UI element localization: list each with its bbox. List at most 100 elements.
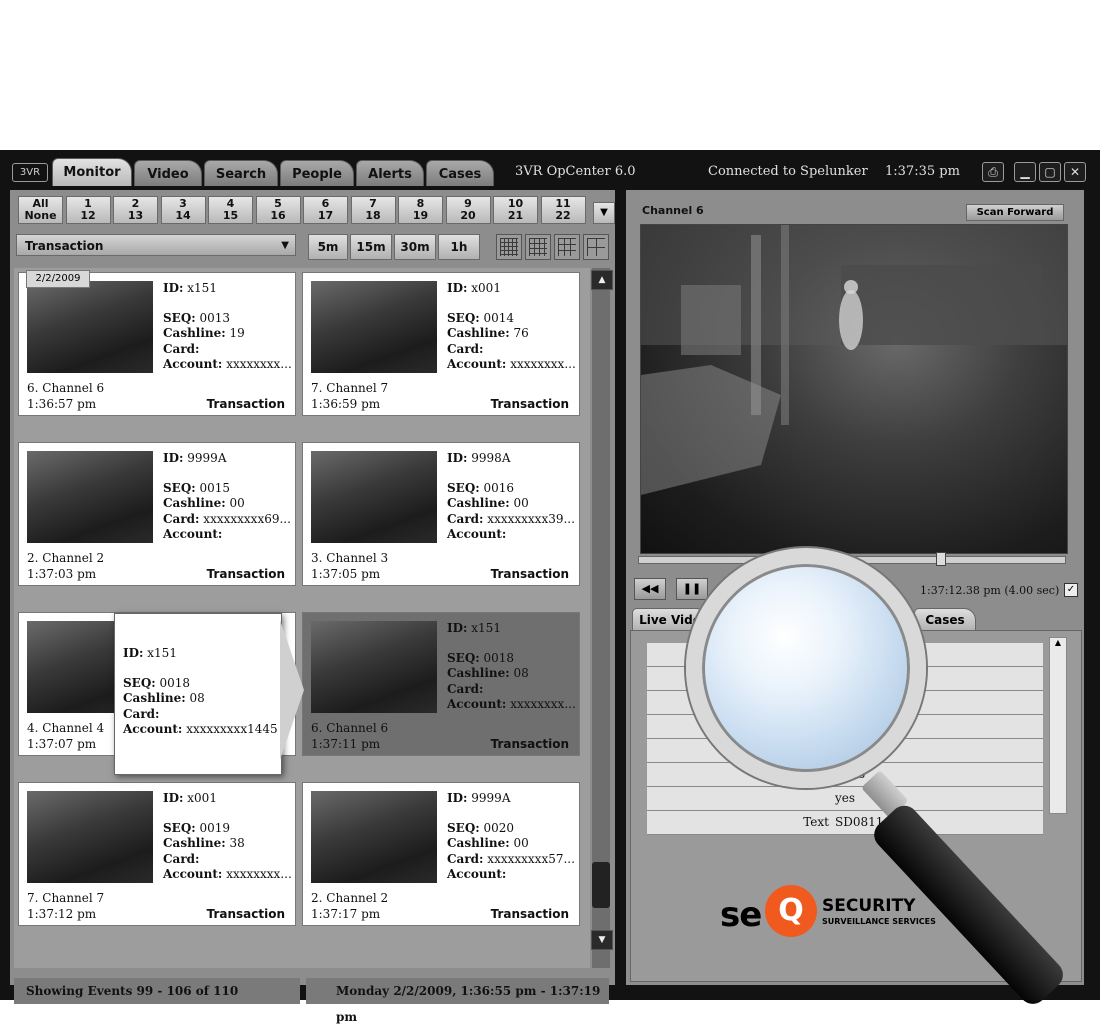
event-card[interactable]: ID: 9999A SEQ: 0015 Cashline: 00 Card: xxxx…	[18, 442, 296, 586]
channel-button-0[interactable]: All None	[18, 196, 63, 224]
channel-button-5[interactable]: 5 16	[255, 196, 301, 224]
account-label: Account:	[163, 527, 223, 541]
tab-alerts[interactable]: Alerts	[356, 160, 424, 186]
magnifier-lens-icon	[686, 548, 926, 788]
video-scene	[641, 225, 1067, 495]
channel-button-9[interactable]: 9 20	[445, 196, 491, 224]
app-logo: 3VR	[12, 163, 48, 182]
event-card[interactable]: ID: x001 SEQ: 0014 Cashline: 76 Card: Accou…	[302, 272, 580, 416]
popup-card-label: Card:	[123, 706, 160, 721]
events-panel: All None 1 12 2 13 3 14 4 15 5 16 6 17 7 18 8 19 9 20 10 21 11…	[10, 190, 615, 1024]
event-card[interactable]: ID: 9999A SEQ: 0020 Cashline: 00 Card: xxxx…	[302, 782, 580, 926]
scan-forward-button[interactable]: Scan Forward	[966, 204, 1064, 221]
event-card[interactable]: ID: 9998A SEQ: 0016 Cashline: 00 Card: xxxx…	[302, 442, 580, 586]
channel-dropdown-icon[interactable]: ▼	[593, 202, 615, 224]
scroll-up-icon[interactable]: ▲	[591, 270, 613, 290]
channel-button-4[interactable]: 4 15	[208, 196, 253, 224]
rewind-icon[interactable]: ◀◀	[634, 578, 666, 600]
event-cashline: 76	[513, 326, 529, 340]
event-card[interactable]: ID: x001 SEQ: 0019 Cashline: 38 Card: Accou…	[18, 782, 296, 926]
range-5m-button[interactable]: 5m	[308, 234, 348, 260]
channel-button-bottom: 14	[175, 209, 191, 222]
event-card[interactable]: ID: x151 SEQ: 0018 Cashline: 08 Card: Accou…	[302, 612, 580, 756]
id-label: ID:	[447, 791, 468, 805]
grid-layout-2-icon[interactable]	[525, 234, 551, 260]
event-time: 1:37:17 pm	[311, 907, 381, 921]
event-time: 1:37:07 pm	[27, 737, 97, 751]
details-scrollbar[interactable]: ▲	[1049, 637, 1067, 814]
channel-button-2[interactable]: 2 13	[113, 196, 158, 224]
event-account: xxxxxxxx...	[510, 697, 576, 711]
event-id: 9998A	[471, 451, 511, 465]
range-15m-button[interactable]: 15m	[350, 234, 392, 260]
event-info: ID: 9999A SEQ: 0020 Cashline: 00 Card: xxxx…	[447, 791, 575, 883]
tab-video[interactable]: Video	[134, 160, 202, 186]
channel-button-10[interactable]: 10 21	[493, 196, 538, 224]
account-label: Account:	[447, 697, 507, 711]
channel-button-bottom: 18	[365, 209, 381, 222]
scroll-up-icon[interactable]: ▲	[1050, 638, 1066, 647]
range-1h-button[interactable]: 1h	[438, 234, 480, 260]
video-checkbox[interactable]: ✓	[1064, 583, 1078, 597]
grid-layout-4-icon[interactable]	[583, 234, 609, 260]
card-label: Card:	[447, 681, 484, 696]
event-id: 9999A	[187, 451, 227, 465]
channel-button-8[interactable]: 8 19	[398, 196, 443, 224]
tab-people[interactable]: People	[280, 160, 354, 186]
event-id: x001	[187, 791, 217, 805]
event-type-select[interactable]: Transaction ▼	[16, 234, 296, 256]
pause-icon[interactable]: ❚❚	[676, 578, 708, 600]
scroll-down-icon[interactable]: ▼	[591, 930, 613, 950]
event-channel: 3. Channel 3	[311, 551, 389, 565]
card-label: Card:	[447, 341, 484, 356]
popup-seq: 0018	[159, 675, 191, 690]
account-label: Account:	[163, 867, 223, 881]
channel-button-11[interactable]: 11 22	[540, 196, 586, 224]
cashline-label: Cashline:	[447, 496, 510, 510]
details-value: yes	[835, 791, 856, 805]
channel-button-7[interactable]: 7 18	[350, 196, 396, 224]
grid-layout-3-icon[interactable]	[554, 234, 580, 260]
tab-monitor[interactable]: Monitor	[52, 158, 132, 186]
event-list: ID: x151 SEQ: 0013 Cashline: 19 Card: Accou…	[14, 268, 590, 968]
popup-seq-label: SEQ:	[123, 675, 156, 690]
channel-button-bottom: 13	[127, 209, 144, 222]
event-time: 1:37:03 pm	[27, 567, 97, 581]
event-thumbnail	[311, 281, 437, 373]
event-card[interactable]: ID: x151 SEQ: 0013 Cashline: 19 Card: Accou…	[18, 272, 296, 416]
popup-account-label: Account:	[123, 722, 183, 736]
video-feed[interactable]	[640, 224, 1068, 554]
event-info: ID: 9998A SEQ: 0016 Cashline: 00 Card: xxxx…	[447, 451, 575, 543]
brand-security: SECURITY	[822, 896, 916, 916]
tab-cases[interactable]: Cases	[426, 160, 494, 186]
timeline-handle[interactable]	[936, 552, 946, 566]
event-type-selected: Transaction	[25, 239, 104, 253]
maximize-icon[interactable]: ▢	[1039, 162, 1061, 182]
scroll-thumb[interactable]	[592, 862, 610, 908]
event-type: Transaction	[490, 567, 569, 581]
printer-icon[interactable]: ⎙	[982, 162, 1004, 182]
event-thumbnail	[27, 281, 153, 373]
event-account: xxxxxxxx...	[226, 357, 292, 371]
minimize-icon[interactable]: ▁	[1014, 162, 1036, 182]
event-type: Transaction	[490, 397, 569, 411]
channel-button-bottom: 15	[222, 209, 239, 222]
close-icon[interactable]: ✕	[1064, 162, 1086, 182]
event-card-number: xxxxxxxxx69...	[203, 511, 291, 526]
id-label: ID:	[447, 281, 468, 295]
popup-pointer	[280, 620, 304, 760]
tab-search[interactable]: Search	[204, 160, 278, 186]
seq-label: SEQ:	[447, 820, 480, 835]
event-cashline: 38	[229, 836, 245, 850]
channel-button-3[interactable]: 3 14	[160, 196, 206, 224]
event-type: Transaction	[490, 907, 569, 921]
channel-button-1[interactable]: 1 12	[65, 196, 111, 224]
event-type: Transaction	[206, 397, 285, 411]
seq-label: SEQ:	[447, 650, 480, 665]
tab-cases-bottom[interactable]: Cases	[914, 608, 976, 631]
grid-layout-1-icon[interactable]	[496, 234, 522, 260]
popup-account: xxxxxxxxx1445	[186, 722, 278, 736]
channel-button-6[interactable]: 6 17	[303, 196, 348, 224]
range-30m-button[interactable]: 30m	[394, 234, 436, 260]
event-type: Transaction	[206, 907, 285, 921]
